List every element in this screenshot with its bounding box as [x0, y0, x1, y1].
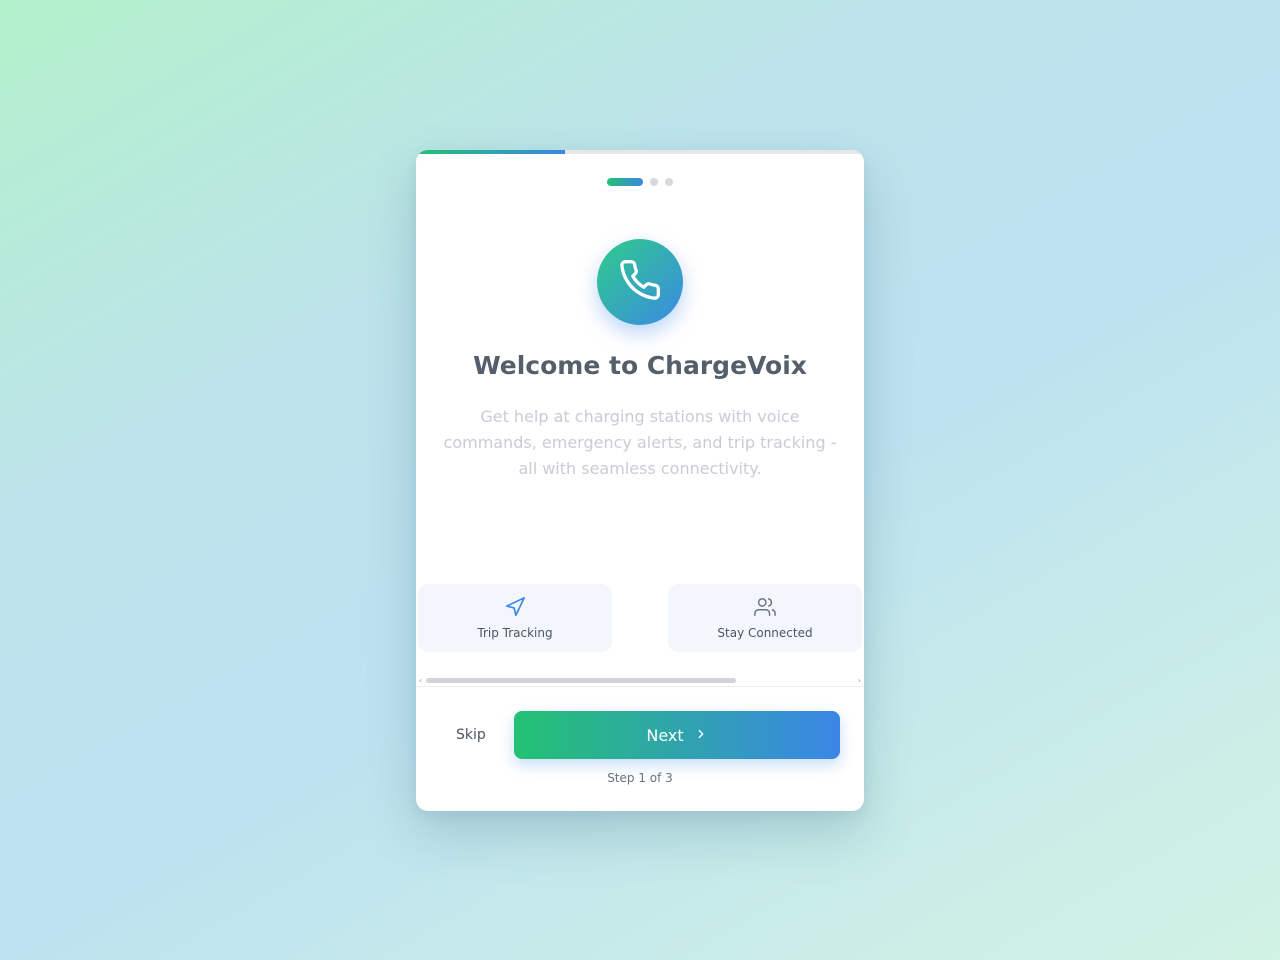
phone-icon — [618, 258, 662, 306]
feature-card-stay-connected[interactable]: Stay Connected — [668, 584, 862, 652]
footer-divider — [416, 686, 864, 687]
skip-button[interactable]: Skip — [456, 723, 506, 747]
page-title: Welcome to ChargeVoix — [473, 351, 807, 380]
feature-label: Stay Connected — [717, 626, 813, 640]
scroll-right-arrow-icon[interactable]: › — [858, 676, 861, 686]
scroll-left-arrow-icon[interactable]: ‹ — [419, 676, 422, 686]
page-description: Get help at charging stations with voice… — [443, 407, 837, 478]
feature-card-trip-tracking[interactable]: Trip Tracking — [418, 584, 612, 652]
next-button[interactable]: Next — [514, 711, 840, 759]
progress-bar — [416, 150, 864, 154]
step-dot — [607, 178, 643, 186]
step-dot — [665, 178, 673, 186]
feature-label: Trip Tracking — [477, 626, 553, 640]
navigation-arrow-icon — [504, 596, 526, 622]
next-button-label: Next — [646, 725, 684, 745]
chevron-right-icon — [694, 726, 708, 745]
users-icon — [754, 596, 776, 622]
progress-bar-fill — [416, 150, 566, 154]
onboarding-card: Welcome to ChargeVoix Get help at chargi… — [416, 150, 864, 811]
step-dot — [650, 178, 658, 186]
horizontal-scrollbar[interactable]: ‹ › — [416, 676, 864, 686]
scrollbar-thumb[interactable] — [426, 678, 736, 683]
hero-icon-circle — [597, 239, 683, 325]
step-indicator: Step 1 of 3 — [607, 771, 673, 785]
step-dots — [416, 178, 864, 186]
